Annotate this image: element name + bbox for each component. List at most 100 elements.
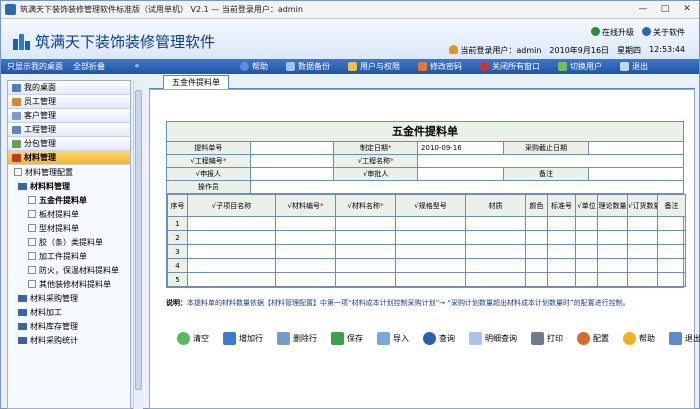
delete-row-button[interactable]: 删除行 — [270, 330, 324, 346]
sidebar-item-profile[interactable]: 型材提料单 — [8, 221, 130, 235]
table-cell[interactable] — [335, 258, 396, 273]
sidebar-item-employees[interactable]: 员工管理 — [8, 95, 130, 109]
table-cell[interactable] — [465, 244, 526, 259]
table-cell[interactable] — [275, 258, 336, 273]
table-row[interactable]: 2 — [167, 230, 686, 245]
table-cell[interactable] — [657, 230, 686, 245]
table-cell[interactable] — [335, 244, 396, 259]
sidebar-scrollbar[interactable] — [133, 80, 143, 409]
table-cell[interactable] — [627, 230, 658, 245]
sidebar-item-projects[interactable]: 工程管理 — [8, 123, 130, 137]
table-cell[interactable] — [547, 244, 576, 259]
table-cell[interactable] — [525, 216, 548, 231]
close-button[interactable]: ✕ — [679, 3, 695, 16]
maximize-button[interactable]: □ — [657, 3, 673, 16]
scrollbar-thumb[interactable] — [135, 90, 142, 390]
table-cell[interactable] — [187, 244, 276, 259]
about-link[interactable]: 关于软件 — [642, 27, 685, 38]
sidebar-item-hardware[interactable]: 五金件提料单 — [8, 193, 130, 207]
help-toolbar-button[interactable]: 帮助 — [231, 60, 277, 73]
applicant-field[interactable] — [250, 168, 335, 180]
change-password-button[interactable]: 修改密码 — [409, 60, 471, 73]
table-cell[interactable] — [525, 258, 548, 273]
table-cell[interactable] — [395, 244, 466, 259]
table-cell[interactable] — [335, 216, 396, 231]
help-button[interactable]: 帮助 — [616, 330, 662, 346]
table-cell[interactable] — [657, 216, 686, 231]
sidebar-item-other[interactable]: 其他装修材料提料单 — [8, 277, 130, 291]
add-row-button[interactable]: 增加行 — [216, 330, 270, 346]
project-name-field[interactable] — [418, 155, 683, 167]
table-cell[interactable] — [597, 244, 628, 259]
sidebar-item-materials[interactable]: 材料管理 — [8, 151, 130, 165]
table-row[interactable]: 5 — [167, 272, 686, 287]
table-cell[interactable] — [335, 230, 396, 245]
sidebar-folder-processing[interactable]: 材料加工 — [8, 305, 130, 319]
detail-query-button[interactable]: 明细查询 — [462, 330, 524, 346]
table-row[interactable]: 3 — [167, 244, 686, 259]
table-cell[interactable] — [547, 272, 576, 287]
sidebar-item-desktop[interactable]: 我的桌面 — [8, 81, 130, 95]
table-cell[interactable] — [275, 230, 336, 245]
sidebar-item-fireproof[interactable]: 防火，保温材料提料单 — [8, 263, 130, 277]
table-cell[interactable] — [395, 230, 466, 245]
table-cell[interactable] — [525, 230, 548, 245]
table-cell[interactable] — [465, 258, 526, 273]
table-cell[interactable] — [395, 216, 466, 231]
table-cell[interactable] — [627, 258, 658, 273]
sidebar-collapse-icon[interactable]: « — [132, 61, 142, 71]
table-row[interactable]: 1 — [167, 216, 686, 231]
table-cell[interactable] — [575, 230, 598, 245]
sidebar-folder-statistics[interactable]: 材料采购统计 — [8, 333, 130, 347]
switch-user-button[interactable]: 切换用户 — [549, 60, 611, 73]
table-cell[interactable] — [547, 230, 576, 245]
table-cell[interactable] — [597, 230, 628, 245]
table-row[interactable]: 4 — [167, 258, 686, 273]
show-desktop-button[interactable]: 只显示我的桌面 — [7, 61, 63, 72]
table-cell[interactable] — [275, 216, 336, 231]
table-cell[interactable] — [597, 272, 628, 287]
table-cell[interactable] — [525, 272, 548, 287]
sidebar-item-board[interactable]: 板材提料单 — [8, 207, 130, 221]
table-cell[interactable] — [597, 258, 628, 273]
import-button[interactable]: 导入 — [370, 330, 416, 346]
table-cell[interactable] — [335, 272, 396, 287]
table-cell[interactable] — [465, 230, 526, 245]
table-cell[interactable] — [657, 272, 686, 287]
table-cell[interactable] — [627, 244, 658, 259]
clear-button[interactable]: 清空 — [170, 330, 216, 346]
project-no-field[interactable] — [250, 155, 335, 167]
table-cell[interactable] — [395, 272, 466, 287]
requisition-no-field[interactable] — [250, 142, 335, 154]
table-cell[interactable] — [627, 272, 658, 287]
sidebar-item-material-config[interactable]: 材料管理配置 — [8, 165, 130, 179]
table-cell[interactable] — [465, 272, 526, 287]
close-all-windows-button[interactable]: 关闭所有窗口 — [471, 60, 549, 73]
print-button[interactable]: 打印 — [524, 330, 570, 346]
table-cell[interactable] — [187, 258, 276, 273]
minimize-button[interactable]: — — [635, 3, 651, 16]
sidebar-section-material[interactable]: 材料料管理 — [8, 179, 130, 193]
create-date-field[interactable]: 2010-09-16 — [418, 142, 504, 154]
sidebar-folder-inventory[interactable]: 材料库存管理 — [8, 319, 130, 333]
table-cell[interactable] — [627, 216, 658, 231]
table-cell[interactable] — [575, 244, 598, 259]
table-cell[interactable] — [575, 272, 598, 287]
exit-toolbar-button[interactable]: 退出 — [611, 60, 657, 73]
save-button[interactable]: 保存 — [324, 330, 370, 346]
sidebar-item-subcontract[interactable]: 分包管理 — [8, 137, 130, 151]
query-button[interactable]: 查询 — [416, 330, 462, 346]
table-cell[interactable] — [187, 216, 276, 231]
users-permissions-button[interactable]: 用户与权限 — [339, 60, 409, 73]
deadline-field[interactable] — [589, 142, 683, 154]
exit-button[interactable]: 退出 — [662, 330, 700, 346]
table-cell[interactable] — [465, 216, 526, 231]
sidebar-item-adhesive[interactable]: 胶（条）类提料单 — [8, 235, 130, 249]
table-cell[interactable] — [275, 272, 336, 287]
config-button[interactable]: 配置 — [570, 330, 616, 346]
backup-toolbar-button[interactable]: 数据备份 — [277, 60, 339, 73]
table-cell[interactable] — [657, 244, 686, 259]
table-cell[interactable] — [547, 216, 576, 231]
table-cell[interactable] — [187, 272, 276, 287]
table-cell[interactable] — [575, 258, 598, 273]
